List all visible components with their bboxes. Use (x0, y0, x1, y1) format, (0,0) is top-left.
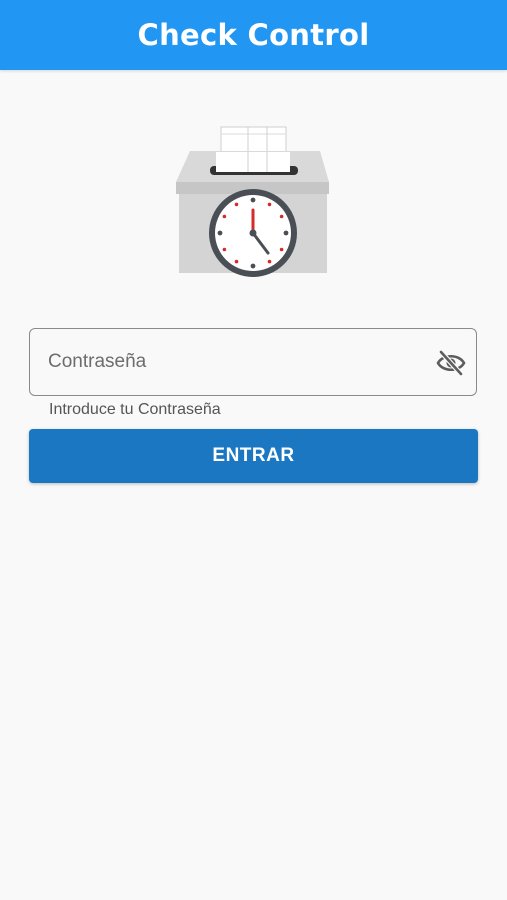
login-button[interactable]: ENTRAR (29, 429, 478, 483)
password-input[interactable] (48, 329, 428, 395)
eye-off-icon[interactable] (436, 349, 466, 377)
password-helper-text: Introduce tu Contraseña (49, 401, 221, 418)
app-title: Check Control (137, 18, 370, 52)
time-clock-illustration-icon (170, 120, 336, 280)
app-bar: Check Control (0, 0, 507, 70)
password-field[interactable] (29, 328, 477, 396)
